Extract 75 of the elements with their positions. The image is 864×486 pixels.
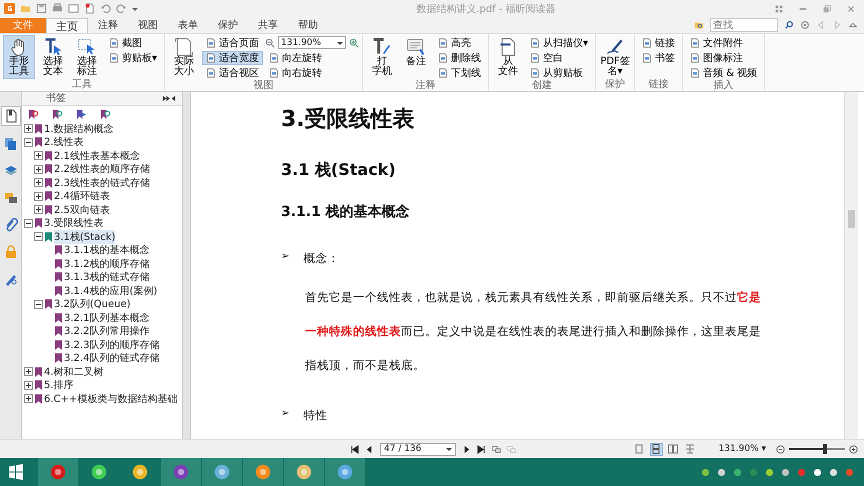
bookmark-item[interactable]: 3.2.3队列的顺序存储: [64, 338, 160, 352]
group-label: 注释: [414, 80, 437, 92]
ribbon-tab[interactable]: 共享: [248, 18, 288, 33]
ribbon-button[interactable]: 实际 大小: [168, 34, 200, 80]
bookmark-item[interactable]: 3.2.4队列的链式存储: [64, 351, 160, 366]
bookmark-item[interactable]: 3.1.1栈的基本概念: [64, 243, 150, 258]
bookmark-item[interactable]: 3.1.3栈的链式存储: [64, 270, 150, 284]
ribbon-button[interactable]: 截图: [105, 36, 162, 50]
ribbon-button[interactable]: 选择 文本: [37, 34, 69, 79]
ribbon-button[interactable]: PDF签 名▾: [599, 34, 632, 79]
page-field[interactable]: 47 / 136: [380, 442, 456, 456]
bookmark-item[interactable]: 3.受限线性表: [44, 216, 104, 230]
group-label: 保护: [604, 78, 626, 91]
ribbon-button[interactable]: 图像标注: [686, 50, 762, 65]
ribbon-button[interactable]: 文件附件: [686, 36, 762, 50]
ribbon-button[interactable]: 空白: [526, 50, 592, 65]
bookmark-item[interactable]: 3.1.4栈的应用(案例): [64, 284, 158, 298]
ribbon-button[interactable]: 从扫描仪▾: [526, 36, 592, 50]
subsection-heading: 3.1.1 栈的基本概念: [281, 202, 411, 222]
group-label: 视图: [252, 80, 275, 92]
zoom-level[interactable]: 131.90% ▾: [718, 444, 766, 454]
bullet-marker: ➢: [281, 408, 290, 421]
panel-title: 书签: [46, 92, 66, 106]
ribbon-button[interactable]: 从 文件: [492, 34, 524, 80]
group-label: 创建: [531, 80, 554, 92]
bookmark-item[interactable]: 3.2.1队列基本概念: [64, 310, 150, 325]
bookmark-item[interactable]: 4.树和二叉树: [44, 364, 104, 379]
group-label: 工具: [71, 78, 94, 91]
zoom-field[interactable]: 131.90%: [278, 36, 346, 50]
ribbon-button[interactable]: 适合宽度: [202, 50, 264, 65]
search-field[interactable]: 查找: [710, 18, 778, 32]
bookmark-item[interactable]: 3.1栈(Stack): [54, 230, 116, 244]
ribbon-button[interactable]: 向右旋转: [265, 66, 360, 80]
ribbon-button[interactable]: 适合页面: [202, 36, 264, 50]
bookmark-item[interactable]: 2.2线性表的顺序存储: [54, 162, 150, 176]
bookmark-item[interactable]: 2.3线性表的链式存储: [54, 176, 150, 190]
ribbon-tab[interactable]: 主页: [46, 18, 88, 33]
ribbon-button[interactable]: 删除线: [434, 50, 486, 65]
group-label: 链接: [648, 78, 670, 91]
window-title: 数据结构讲义.pdf - 福昕阅读器: [415, 2, 557, 16]
group-label: 插入: [712, 80, 735, 92]
bookmark-item[interactable]: 2.线性表: [44, 135, 84, 150]
bookmark-item[interactable]: 3.2.2队列常用操作: [64, 324, 150, 338]
bookmark-item[interactable]: 6.C++模板类与数据结构基础: [44, 392, 178, 406]
paragraph: 首先它是一个线性表，也就是说，栈元素具有线性关系，即前驱后继关系。只不过它是一种特殊的线性表而已。定义中说是在线性表的表尾进行插入和删除操作，这里表尾是指栈顶，而不是栈底。: [305, 288, 762, 374]
bullet-text: 特性: [303, 408, 328, 423]
bookmark-item[interactable]: 2.1线性表基本概念: [54, 148, 140, 163]
ribbon-button[interactable]: 音频 & 视频: [686, 66, 762, 80]
ribbon-button[interactable]: 书签: [638, 50, 680, 65]
heading: 3.受限线性表: [281, 106, 416, 134]
ribbon-tab[interactable]: 表单: [168, 18, 208, 33]
ribbon-button[interactable]: 打 字机: [366, 34, 398, 80]
bullet-text: 概念：: [303, 250, 340, 266]
ribbon-tab[interactable]: 保护: [208, 18, 248, 33]
bookmark-item[interactable]: 3.1.2栈的顺序存储: [64, 256, 150, 271]
ribbon-tab[interactable]: 帮助: [288, 18, 328, 33]
ribbon-button[interactable]: 高亮: [434, 36, 486, 50]
ribbon-button[interactable]: 选择 标注: [71, 34, 103, 79]
bookmark-item[interactable]: 3.2队列(Queue): [54, 297, 131, 312]
bullet-marker: ➢: [281, 250, 290, 264]
bookmark-item[interactable]: 1.数据结构概念: [44, 122, 114, 136]
ribbon-button[interactable]: 下划线: [434, 66, 486, 80]
bookmark-item[interactable]: 5.排序: [44, 378, 74, 392]
ribbon-button[interactable]: 链接: [638, 36, 680, 50]
ribbon-tab[interactable]: 注释: [88, 18, 128, 33]
ribbon-button[interactable]: 向左旋转: [265, 50, 360, 65]
ribbon-button[interactable]: 手形 工具: [3, 34, 35, 79]
ribbon-button[interactable]: 剪贴板▾: [105, 50, 162, 65]
bookmark-item[interactable]: 2.4循环链表: [54, 189, 110, 204]
ribbon-tab[interactable]: 视图: [128, 18, 168, 33]
section-heading: 3.1 栈(Stack): [281, 160, 397, 181]
ribbon-button[interactable]: 适合视区: [202, 66, 264, 80]
ribbon-button[interactable]: 备注: [400, 34, 432, 80]
bookmark-item[interactable]: 2.5双向链表: [54, 202, 110, 217]
ribbon-button[interactable]: 从剪贴板: [526, 66, 592, 80]
